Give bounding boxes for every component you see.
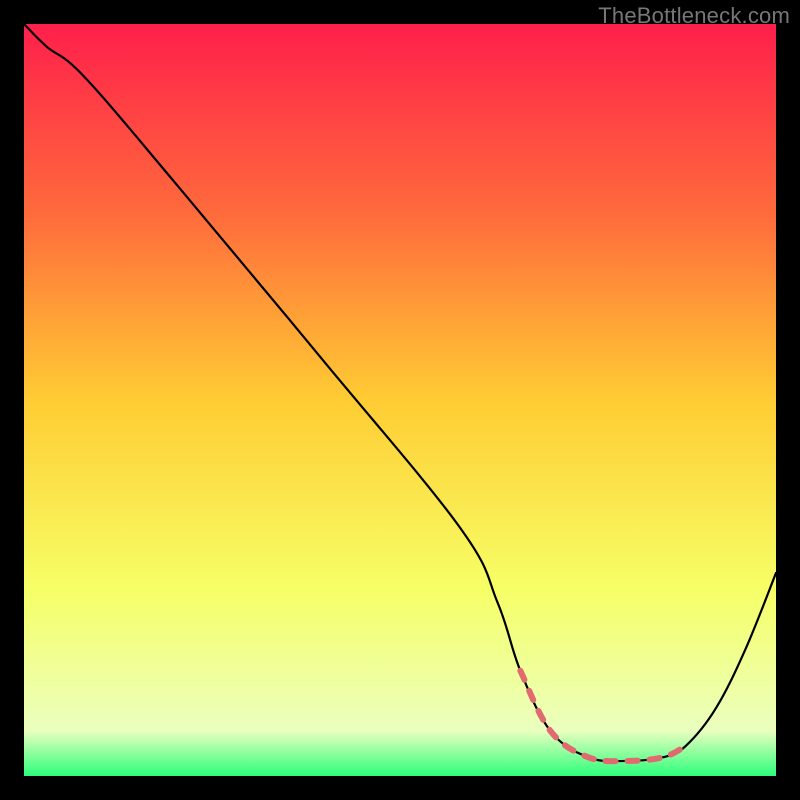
chart-svg [24, 24, 776, 776]
plot-area [24, 24, 776, 776]
chart-frame: TheBottleneck.com [0, 0, 800, 800]
watermark-text: TheBottleneck.com [598, 3, 790, 29]
